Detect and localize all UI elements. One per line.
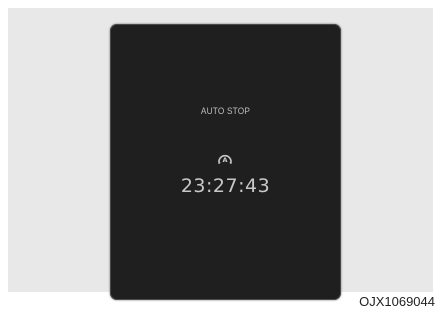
- auto-stop-indicator-icon: A: [218, 154, 232, 164]
- figure-code: OJX1069044: [359, 294, 435, 309]
- svg-text:A: A: [222, 156, 227, 164]
- auto-stop-timer: 23:27:43: [180, 175, 271, 197]
- auto-stop-label: AUTO STOP: [200, 106, 251, 116]
- cluster-display: AUTO STOP A 23:27:43: [110, 24, 341, 300]
- figure: AUTO STOP A 23:27:43 OJX1069044: [0, 0, 441, 313]
